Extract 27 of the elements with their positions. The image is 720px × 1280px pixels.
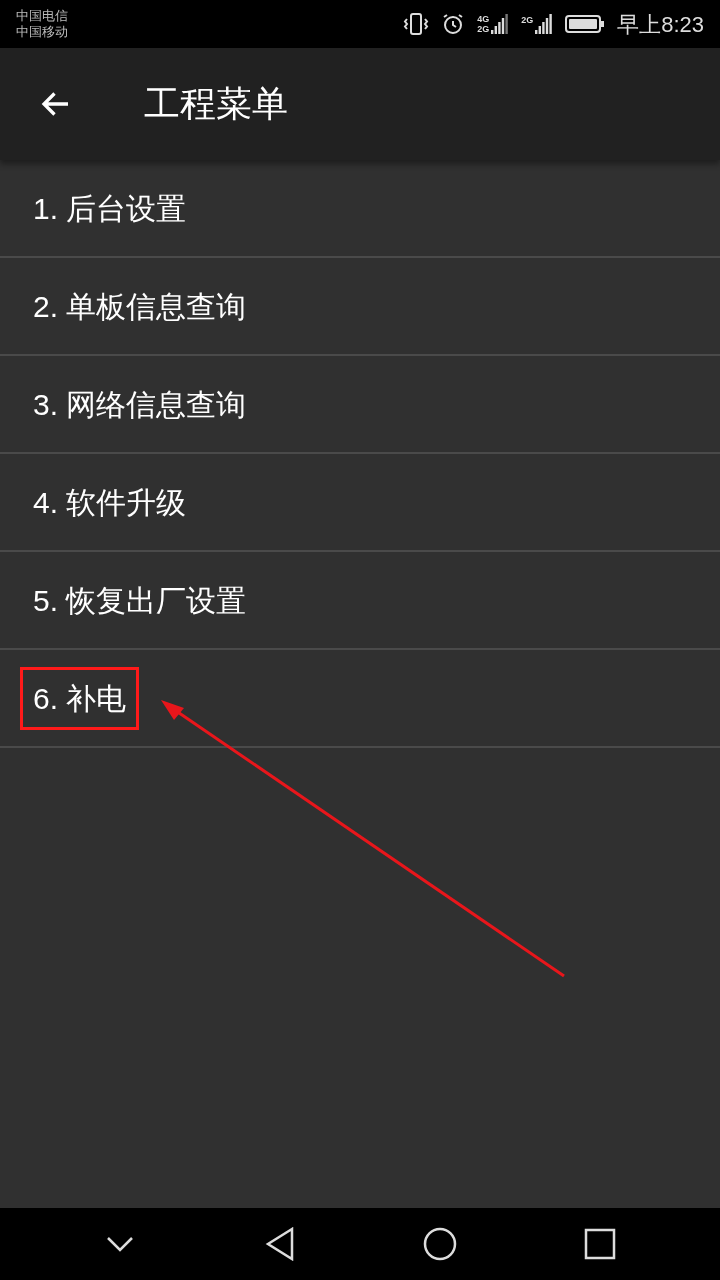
toolbar-title: 工程菜单 xyxy=(144,82,288,126)
chevron-down-icon xyxy=(106,1236,134,1252)
circle-home-icon xyxy=(423,1227,457,1261)
signal-icon xyxy=(535,14,554,34)
triangle-back-icon xyxy=(265,1227,295,1261)
square-recents-icon xyxy=(584,1228,616,1260)
menu-item[interactable]: 2. 单板信息查询 xyxy=(0,258,720,356)
network-label: 4G xyxy=(477,14,490,24)
signal-icon xyxy=(491,14,510,34)
menu-item[interactable]: 6. 补电 xyxy=(0,650,720,748)
vibrate-icon xyxy=(403,12,430,36)
menu-item[interactable]: 3. 网络信息查询 xyxy=(0,356,720,454)
menu-item-label: 6. 补电 xyxy=(20,666,140,730)
carrier-name: 中国电信 xyxy=(16,8,68,24)
menu-item[interactable]: 5. 恢复出厂设置 xyxy=(0,552,720,650)
status-time: 早上8:23 xyxy=(617,10,704,39)
menu-item[interactable]: 4. 软件升级 xyxy=(0,454,720,552)
menu-item-label: 5. 恢复出厂设置 xyxy=(32,582,248,619)
menu-item-label: 4. 软件升级 xyxy=(32,484,188,521)
battery-icon xyxy=(565,14,606,34)
network-label: 2G xyxy=(477,24,490,34)
menu-item-label: 2. 单板信息查询 xyxy=(32,288,248,325)
network-label: 2G xyxy=(521,14,534,27)
menu-item[interactable]: 1. 后台设置 xyxy=(0,160,720,258)
menu-item-label: 3. 网络信息查询 xyxy=(32,386,248,423)
menu-item-label: 1. 后台设置 xyxy=(32,190,188,227)
carrier-name: 中国移动 xyxy=(16,24,68,40)
